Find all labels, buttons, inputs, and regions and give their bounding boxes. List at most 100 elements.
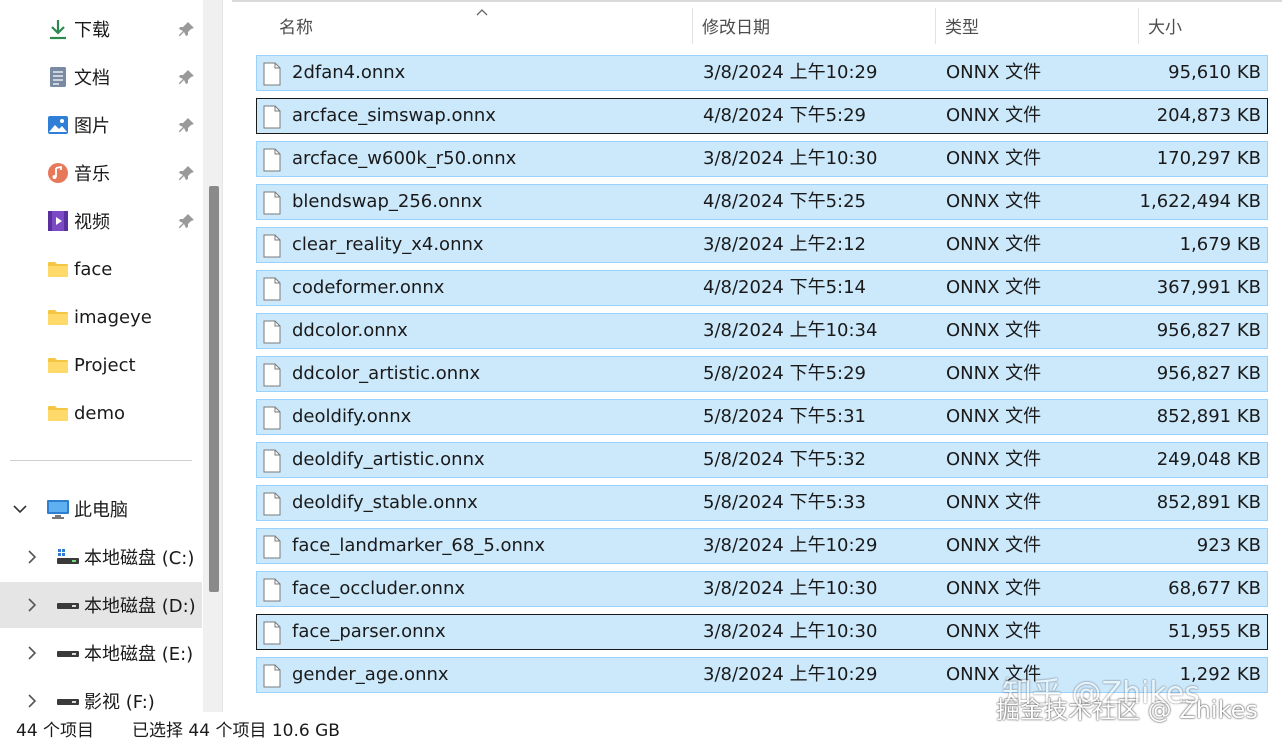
file-type: ONNX 文件 (946, 191, 1042, 212)
column-divider[interactable] (692, 8, 693, 44)
column-header-size[interactable]: 大小 (1148, 6, 1268, 44)
column-header-name[interactable]: 名称 (279, 6, 689, 44)
sidebar-item-videos[interactable]: 视频 (0, 198, 202, 244)
file-name: face_parser.onnx (292, 621, 446, 642)
sidebar-item-imageye[interactable]: imageye (0, 294, 202, 340)
table-row[interactable]: face_occluder.onnx 3/8/2024 上午10:30 ONNX 文… (256, 571, 1268, 607)
column-divider[interactable] (935, 8, 936, 44)
file-type: ONNX 文件 (946, 62, 1042, 83)
table-row[interactable]: arcface_w600k_r50.onnx 3/8/2024 上午10:30 ON… (256, 141, 1268, 177)
sidebar-item-drive-c[interactable]: 本地磁盘 (C:) (0, 534, 202, 580)
sidebar-item-drive-d[interactable]: 本地磁盘 (D:) (0, 582, 202, 628)
file-name: ddcolor_artistic.onnx (292, 363, 481, 384)
sidebar-scrollbar-thumb[interactable] (209, 186, 219, 592)
sidebar-item-project[interactable]: Project (0, 342, 202, 388)
file-size: 51,955 KB (1168, 621, 1261, 642)
file-size: 1,622,494 KB (1139, 191, 1261, 212)
file-name: blendswap_256.onnx (292, 191, 483, 212)
drive-icon (56, 641, 80, 665)
watermark: 知乎 @Zhikes 掘金技术社区 @ Zhikes (996, 676, 1258, 724)
chevron-right-icon[interactable] (22, 643, 42, 663)
pin-icon[interactable] (178, 164, 196, 182)
file-date: 3/8/2024 上午10:30 (703, 621, 878, 642)
drive-icon (56, 689, 80, 712)
table-row[interactable]: deoldify_stable.onnx 5/8/2024 下午5:33 ONNX … (256, 485, 1268, 521)
sidebar-item-label: 本地磁盘 (E:) (84, 644, 194, 665)
file-type: ONNX 文件 (946, 492, 1042, 513)
file-type: ONNX 文件 (946, 105, 1042, 126)
sidebar-item-label: 本地磁盘 (D:) (84, 596, 196, 617)
navigation-pane: 下载 文档 图片 音乐 视频 face imageye Project demo… (0, 0, 222, 712)
file-icon (263, 105, 281, 129)
pane-splitter[interactable] (222, 0, 232, 712)
file-date: 3/8/2024 上午10:30 (703, 578, 878, 599)
file-type: ONNX 文件 (946, 363, 1042, 384)
sidebar-item-this-pc[interactable]: 此电脑 (0, 486, 202, 532)
file-name: clear_reality_x4.onnx (292, 234, 484, 255)
file-date: 4/8/2024 下午5:25 (703, 191, 866, 212)
sidebar-item-label: Project (74, 354, 136, 376)
chevron-down-icon[interactable] (10, 499, 30, 519)
file-icon (263, 234, 281, 258)
file-type: ONNX 文件 (946, 535, 1042, 556)
sidebar-item-music[interactable]: 音乐 (0, 150, 202, 196)
file-name: deoldify_artistic.onnx (292, 449, 485, 470)
documents-icon (46, 65, 70, 89)
file-type: ONNX 文件 (946, 320, 1042, 341)
table-row[interactable]: ddcolor.onnx 3/8/2024 上午10:34 ONNX 文件 956,8… (256, 313, 1268, 349)
table-row[interactable]: codeformer.onnx 4/8/2024 下午5:14 ONNX 文件 367… (256, 270, 1268, 306)
file-date: 3/8/2024 上午10:29 (703, 535, 878, 556)
sidebar-item-label: 本地磁盘 (C:) (84, 548, 195, 569)
column-header-date[interactable]: 修改日期 (702, 6, 932, 44)
chevron-right-icon[interactable] (22, 595, 42, 615)
table-row[interactable]: blendswap_256.onnx 4/8/2024 下午5:25 ONNX 文件… (256, 184, 1268, 220)
pin-icon[interactable] (178, 212, 196, 230)
sidebar-item-drive-e[interactable]: 本地磁盘 (E:) (0, 630, 202, 676)
table-row[interactable]: face_parser.onnx 3/8/2024 上午10:30 ONNX 文件 5… (256, 614, 1268, 650)
chevron-right-icon[interactable] (22, 547, 42, 567)
file-icon (263, 277, 281, 301)
sidebar-item-label: demo (74, 402, 126, 424)
file-type: ONNX 文件 (946, 148, 1042, 169)
file-date: 5/8/2024 下午5:33 (703, 492, 866, 513)
file-size: 852,891 KB (1156, 406, 1261, 427)
table-row[interactable]: arcface_simswap.onnx 4/8/2024 下午5:29 ONNX … (256, 98, 1268, 134)
column-divider[interactable] (1138, 8, 1139, 44)
videos-icon (46, 209, 70, 233)
file-icon (263, 535, 281, 559)
table-row[interactable]: face_landmarker_68_5.onnx 3/8/2024 上午10:2… (256, 528, 1268, 564)
file-name: gender_age.onnx (292, 664, 449, 685)
file-size: 1,679 KB (1179, 234, 1261, 255)
sidebar-item-label: 文档 (74, 68, 110, 89)
table-row[interactable]: deoldify.onnx 5/8/2024 下午5:31 ONNX 文件 852,8… (256, 399, 1268, 435)
table-row[interactable]: 2dfan4.onnx 3/8/2024 上午10:29 ONNX 文件 95,610… (256, 55, 1268, 91)
file-name: arcface_simswap.onnx (292, 105, 496, 126)
header-top-border (232, 0, 1282, 2)
file-name: deoldify_stable.onnx (292, 492, 478, 513)
selection-summary: 已选择 44 个项目 10.6 GB (132, 721, 340, 741)
file-type: ONNX 文件 (946, 449, 1042, 470)
sidebar-item-downloads[interactable]: 下载 (0, 6, 202, 52)
pin-icon[interactable] (178, 68, 196, 86)
file-size: 95,610 KB (1168, 62, 1261, 83)
pictures-icon (46, 113, 70, 137)
sidebar-item-demo[interactable]: demo (0, 390, 202, 436)
column-header-type[interactable]: 类型 (945, 6, 1135, 44)
sidebar-item-pictures[interactable]: 图片 (0, 102, 202, 148)
pin-icon[interactable] (178, 20, 196, 38)
file-size: 956,827 KB (1156, 363, 1261, 384)
table-row[interactable]: clear_reality_x4.onnx 3/8/2024 上午2:12 ONNX… (256, 227, 1268, 263)
sidebar-item-drive-f[interactable]: 影视 (F:) (0, 678, 202, 712)
file-size: 204,873 KB (1156, 105, 1261, 126)
table-row[interactable]: deoldify_artistic.onnx 5/8/2024 下午5:32 ONN… (256, 442, 1268, 478)
sidebar-item-label: face (74, 258, 113, 280)
chevron-right-icon[interactable] (22, 691, 42, 711)
pin-icon[interactable] (178, 116, 196, 134)
file-name: deoldify.onnx (292, 406, 412, 427)
sidebar-item-documents[interactable]: 文档 (0, 54, 202, 100)
file-icon (263, 320, 281, 344)
sidebar-item-face[interactable]: face (0, 246, 202, 292)
file-name: 2dfan4.onnx (292, 62, 406, 83)
folder-icon (46, 353, 70, 377)
table-row[interactable]: ddcolor_artistic.onnx 5/8/2024 下午5:29 ONNX… (256, 356, 1268, 392)
